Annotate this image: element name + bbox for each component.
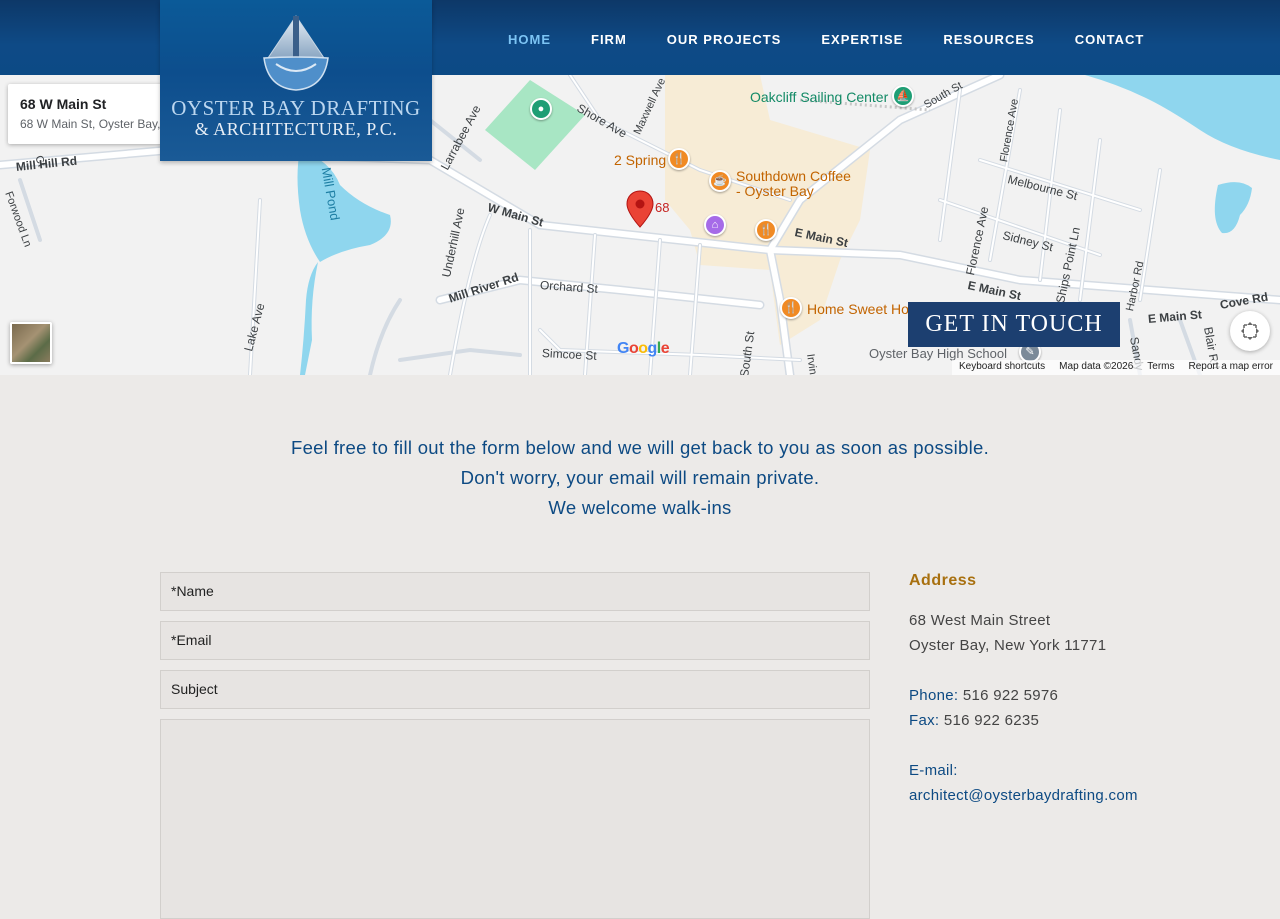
email-link[interactable]: architect@oysterbaydrafting.com <box>909 783 1269 808</box>
location-marker-icon[interactable] <box>626 190 654 228</box>
museum-pin-icon[interactable]: ⌂ <box>704 214 726 236</box>
logo-name: OYSTER BAY DRAFTING <box>171 96 421 120</box>
map-footer: Keyboard shortcuts Map data ©2026 Terms … <box>952 360 1280 375</box>
fullscreen-icon <box>1241 322 1259 340</box>
intro-line-2: Don't worry, your email will remain priv… <box>460 467 820 488</box>
keyboard-shortcuts-link[interactable]: Keyboard shortcuts <box>952 360 1052 375</box>
restaurant-pin-icon[interactable]: 🍴 <box>755 219 777 241</box>
restaurant-pin-icon[interactable]: 🍴 <box>780 297 802 319</box>
subject-field[interactable]: Subject <box>160 670 870 709</box>
nav-firm[interactable]: FIRM <box>571 30 647 49</box>
nav-our-projects[interactable]: OUR PROJECTS <box>647 30 802 49</box>
poi-coffee-line1: Southdown Coffee <box>736 168 851 184</box>
message-textarea[interactable] <box>160 719 870 919</box>
poi-spring-label[interactable]: 2 Spring <box>614 153 666 168</box>
map-data-text: Map data ©2026 <box>1059 361 1134 372</box>
restaurant-pin-icon[interactable]: 🍴 <box>668 148 690 170</box>
nav-home[interactable]: HOME <box>488 30 571 49</box>
road-label: Simcoe St <box>541 346 597 363</box>
report-error-link[interactable]: Report a map error <box>1182 360 1280 375</box>
park-pin-icon[interactable]: ● <box>530 98 552 120</box>
satellite-view-toggle[interactable] <box>10 322 52 364</box>
intro-line-3: We welcome walk-ins <box>548 497 732 518</box>
address-block: Address 68 West Main Street Oyster Bay, … <box>909 568 1269 808</box>
fax-label: Fax: <box>909 712 940 729</box>
fax-number: 516 922 6235 <box>943 712 1040 729</box>
fullscreen-button[interactable] <box>1230 311 1270 351</box>
email-label: E-mail: <box>909 762 958 779</box>
sailing-pin-icon[interactable]: ⛵ <box>892 85 914 107</box>
nav-resources[interactable]: RESOURCES <box>923 30 1054 49</box>
site-logo[interactable]: OYSTER BAY DRAFTING & ARCHITECTURE, P.C. <box>160 0 432 161</box>
oyster-logo-icon <box>263 15 329 91</box>
address-heading: Address <box>909 572 977 589</box>
phone-line: Phone: 516 922 5976 <box>909 683 1269 708</box>
logo-subname: & ARCHITECTURE, P.C. <box>194 119 398 139</box>
phone-number[interactable]: 516 922 5976 <box>963 687 1058 704</box>
nav-contact[interactable]: CONTACT <box>1055 30 1165 49</box>
marker-label: 68 <box>655 200 670 215</box>
main-nav: HOME FIRM OUR PROJECTS EXPERTISE RESOURC… <box>488 30 1164 49</box>
terms-link[interactable]: Terms <box>1140 360 1181 375</box>
get-in-touch-banner: GET IN TOUCH <box>908 302 1120 347</box>
poi-sailing-label[interactable]: Oakcliff Sailing Center <box>750 90 888 105</box>
name-field[interactable]: *Name <box>160 572 870 611</box>
google-logo[interactable]: Google <box>617 340 670 358</box>
address-street: 68 West Main Street <box>909 612 1051 629</box>
address-city: Oyster Bay, New York 11771 <box>909 637 1107 654</box>
intro-line-1: Feel free to fill out the form below and… <box>290 437 990 458</box>
fax-line: Fax: 516 922 6235 <box>909 708 1269 733</box>
poi-school-label[interactable]: Oyster Bay High School <box>869 346 1007 361</box>
poi-coffee-label[interactable]: Southdown Coffee - Oyster Bay <box>736 169 851 199</box>
nav-expertise[interactable]: EXPERTISE <box>801 30 923 49</box>
poi-coffee-line2: - Oyster Bay <box>736 183 814 199</box>
intro-text: Feel free to fill out the form below and… <box>0 433 1280 523</box>
phone-label: Phone: <box>909 687 959 704</box>
cafe-pin-icon[interactable]: ☕ <box>709 170 731 192</box>
email-field[interactable]: *Email <box>160 621 870 660</box>
